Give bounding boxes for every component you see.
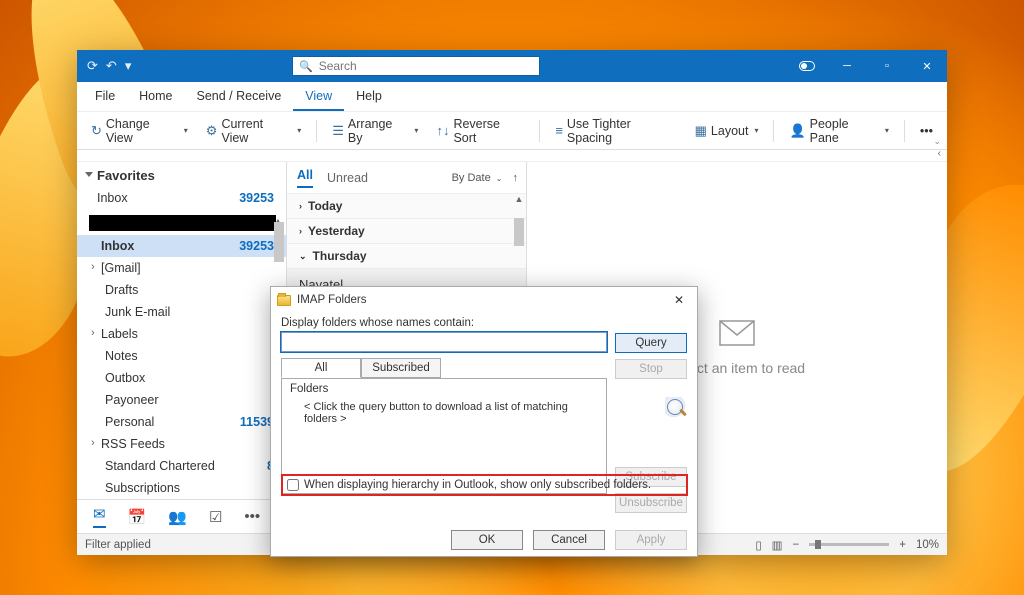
nav-calendar-icon[interactable]: 📅 — [128, 508, 147, 526]
unsubscribe-button: Unsubscribe — [615, 493, 687, 513]
magnifier-icon — [665, 397, 687, 419]
cancel-button[interactable]: Cancel — [533, 530, 605, 550]
search-box[interactable]: 🔍 — [292, 56, 540, 76]
reverse-sort-button[interactable]: ↑↓Reverse Sort — [430, 114, 530, 148]
search-icon: 🔍 — [299, 60, 313, 73]
group-yesterday[interactable]: ›Yesterday — [287, 219, 526, 244]
nav-mail-icon[interactable]: ✉ — [93, 505, 106, 528]
maximize-button[interactable]: ▫ — [867, 50, 907, 82]
menu-help[interactable]: Help — [344, 82, 394, 111]
filter-unread-tab[interactable]: Unread — [327, 171, 368, 185]
nav-more-icon[interactable]: ••• — [244, 508, 260, 525]
show-only-subscribed-label: When displaying hierarchy in Outlook, sh… — [304, 479, 651, 491]
menu-home[interactable]: Home — [127, 82, 184, 111]
tighter-spacing-button[interactable]: ≡Use Tighter Spacing — [549, 114, 682, 148]
account-name-redacted — [89, 215, 276, 231]
coming-soon-toggle[interactable] — [787, 50, 827, 82]
filter-label: Display folders whose names contain: — [281, 317, 687, 329]
chevron-right-icon: › — [299, 201, 302, 211]
status-filter: Filter applied — [85, 539, 151, 551]
zoom-slider[interactable] — [809, 543, 889, 546]
nav-outbox[interactable]: Outbox — [77, 367, 286, 389]
highlighted-checkbox-area: When displaying hierarchy in Outlook, sh… — [281, 474, 688, 496]
change-view-icon: ↻ — [91, 123, 102, 139]
people-pane-button[interactable]: 👤People Pane▾ — [783, 114, 894, 148]
view-reading-icon[interactable]: ▥ — [772, 538, 783, 552]
nav-rss[interactable]: RSS Feeds — [77, 433, 286, 455]
nav-labels[interactable]: Labels — [77, 323, 286, 345]
chevron-right-icon: › — [299, 226, 302, 236]
list-scrollbar-thumb[interactable] — [514, 218, 524, 246]
titlebar: ⟳ ↶ ▾ 🔍 ─ ▫ ✕ — [77, 50, 947, 82]
ok-button[interactable]: OK — [451, 530, 523, 550]
people-icon: 👤 — [789, 123, 805, 139]
dialog-title: IMAP Folders — [297, 294, 366, 306]
layout-icon: ▦ — [695, 123, 707, 139]
tab-subscribed[interactable]: Subscribed — [361, 358, 441, 378]
gear-icon: ⚙ — [206, 123, 218, 139]
dialog-close-button[interactable]: ✕ — [667, 293, 691, 307]
apply-button: Apply — [615, 530, 687, 550]
spacing-icon: ≡ — [555, 123, 563, 138]
nav-personal[interactable]: Personal11539 — [77, 411, 286, 433]
tab-all[interactable]: All — [281, 358, 361, 378]
filter-input[interactable] — [281, 332, 607, 352]
current-view-button[interactable]: ⚙Current View▾ — [200, 114, 307, 148]
undo-icon[interactable]: ↶ — [106, 58, 117, 74]
zoom-percent: 10% — [916, 539, 939, 551]
nav-tasks-icon[interactable]: ☑ — [209, 508, 222, 526]
nav-standard-chartered[interactable]: Standard Chartered8 — [77, 455, 286, 477]
collapse-ribbon-icon[interactable]: ⌄ — [933, 136, 941, 147]
menu-view[interactable]: View — [293, 82, 344, 111]
folder-pane: Favorites Inbox39253 Inbox39253 [Gmail] … — [77, 162, 287, 533]
qat-customize-icon[interactable]: ▾ — [125, 58, 132, 74]
menubar: File Home Send / Receive View Help — [77, 82, 947, 112]
inbox-count: 39253 — [239, 191, 274, 205]
layout-button[interactable]: ▦Layout▾ — [689, 120, 765, 142]
sort-by-date[interactable]: By Date ⌄ — [452, 172, 503, 184]
nav-people-icon[interactable]: 👥 — [168, 508, 187, 526]
group-today[interactable]: ›Today — [287, 194, 526, 219]
zoom-in-button[interactable]: + — [899, 539, 906, 551]
nav-subscriptions[interactable]: Subscriptions — [77, 477, 286, 499]
change-view-button[interactable]: ↻Change View▾ — [85, 114, 194, 148]
nav-payoneer[interactable]: Payoneer — [77, 389, 286, 411]
filter-all-tab[interactable]: All — [297, 168, 313, 188]
close-window-button[interactable]: ✕ — [907, 50, 947, 82]
stop-button: Stop — [615, 359, 687, 379]
imap-folders-dialog: IMAP Folders ✕ Display folders whose nam… — [270, 286, 698, 557]
menu-send-receive[interactable]: Send / Receive — [185, 82, 294, 111]
folder-icon — [277, 295, 291, 306]
list-scroll-up[interactable]: ▲ — [512, 194, 526, 204]
dialog-titlebar: IMAP Folders ✕ — [271, 287, 697, 313]
nav-gmail[interactable]: [Gmail] — [77, 257, 286, 279]
nav-junk[interactable]: Junk E-mail — [77, 301, 286, 323]
chevron-down-icon: ⌄ — [299, 251, 307, 262]
minimize-button[interactable]: ─ — [827, 50, 867, 82]
group-thursday[interactable]: ⌄Thursday — [287, 244, 526, 269]
envelope-icon — [719, 320, 755, 346]
arrange-by-button[interactable]: ☰Arrange By▾ — [326, 114, 424, 148]
zoom-out-button[interactable]: − — [793, 539, 800, 551]
nav-drafts[interactable]: Drafts — [77, 279, 286, 301]
view-normal-icon[interactable]: ▯ — [755, 538, 761, 552]
ribbon: ↻Change View▾ ⚙Current View▾ ☰Arrange By… — [77, 112, 947, 150]
folders-empty-hint: < Click the query button to download a l… — [304, 401, 598, 425]
query-button[interactable]: Query — [615, 333, 687, 353]
nav-inbox[interactable]: Inbox39253 — [77, 235, 286, 257]
menu-file[interactable]: File — [83, 82, 127, 111]
folders-header: Folders — [290, 383, 598, 395]
nav-favorites-inbox[interactable]: Inbox39253 — [77, 187, 286, 209]
nav-scrollbar-thumb[interactable] — [274, 222, 284, 262]
nav-module-switcher: ✉ 📅 👥 ☑ ••• — [77, 499, 286, 533]
sort-direction-icon[interactable]: ↑ — [513, 172, 519, 184]
collapse-nav-icon[interactable]: ‹ — [938, 148, 941, 159]
favorites-header[interactable]: Favorites — [77, 162, 286, 187]
sort-icon: ↑↓ — [436, 123, 449, 138]
arrange-icon: ☰ — [332, 123, 344, 139]
nav-notes[interactable]: Notes — [77, 345, 286, 367]
show-only-subscribed-checkbox[interactable] — [287, 479, 299, 491]
sync-icon[interactable]: ⟳ — [87, 58, 98, 74]
search-input[interactable] — [319, 59, 533, 73]
